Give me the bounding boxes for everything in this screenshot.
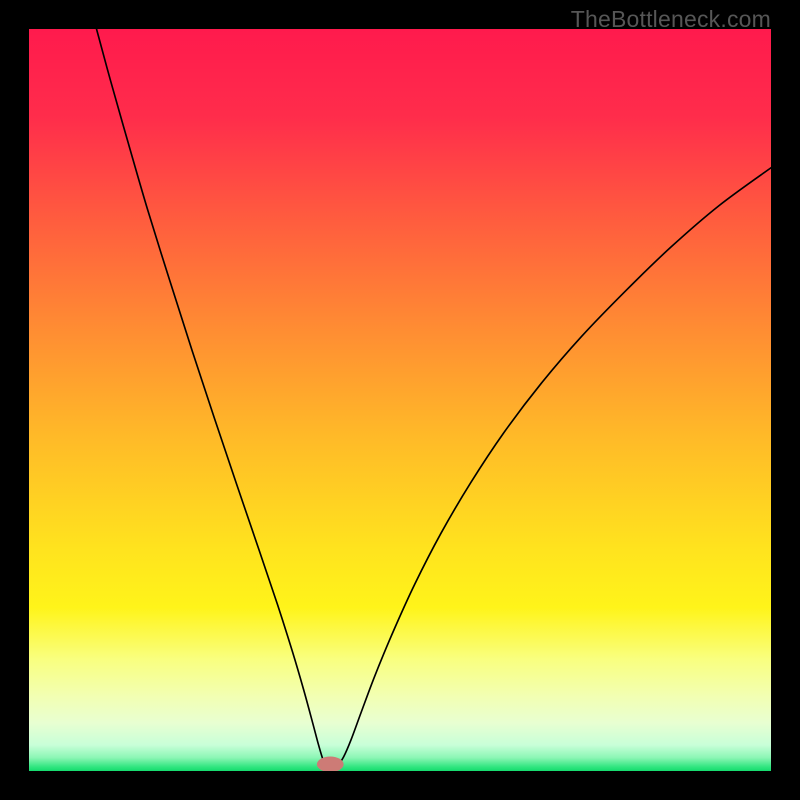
watermark-text: TheBottleneck.com: [571, 6, 771, 33]
chart-stage: TheBottleneck.com: [0, 0, 800, 800]
chart-background: [29, 29, 771, 771]
chart-plot-area: [29, 29, 771, 771]
